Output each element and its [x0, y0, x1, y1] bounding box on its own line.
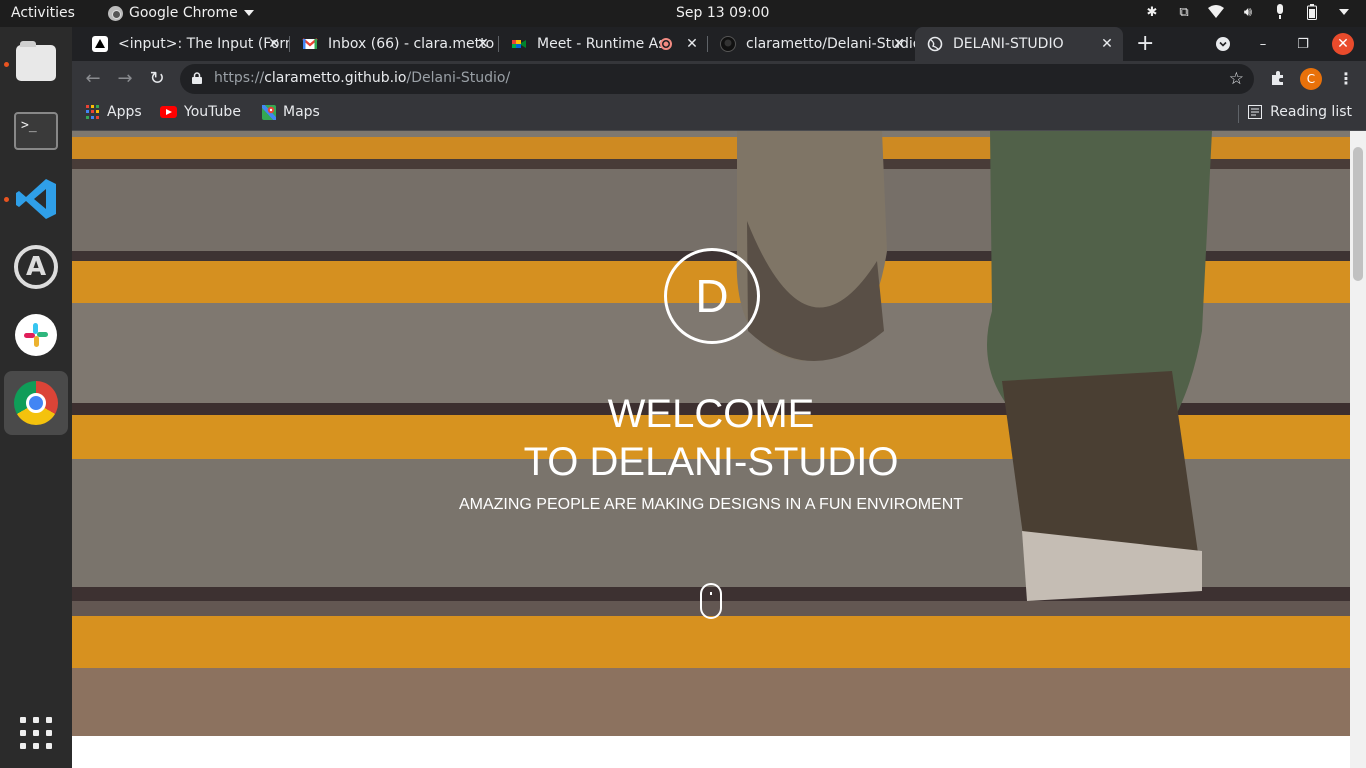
- youtube-icon: [160, 106, 177, 118]
- close-icon[interactable]: ✕: [266, 36, 282, 52]
- system-tray[interactable]: ✱ ⧉ 🔊︎: [1144, 4, 1352, 20]
- tab-title: Inbox (66) - clara.metto: [328, 36, 495, 52]
- minimize-button[interactable]: –: [1252, 33, 1274, 55]
- tab-mdn-input[interactable]: <input>: The Input (Form ✕: [80, 27, 290, 61]
- page-viewport: D WELCOME TO DELANI-STUDIO AMAZING PEOPL…: [72, 131, 1366, 768]
- page-scrollbar[interactable]: [1350, 131, 1366, 768]
- tab-google-meet[interactable]: Meet - Runtime Assa ✕: [499, 27, 708, 61]
- reading-list-label: Reading list: [1270, 104, 1352, 120]
- restore-button[interactable]: ❐: [1292, 33, 1314, 55]
- tab-search-button[interactable]: [1212, 33, 1234, 55]
- hero-title-line1: WELCOME: [607, 392, 815, 436]
- globe-icon: [927, 36, 943, 52]
- hero-title-line2: TO DELANI-STUDIO: [523, 440, 899, 484]
- power-menu-icon[interactable]: [1336, 4, 1352, 20]
- tab-title: <input>: The Input (Form: [118, 36, 290, 52]
- microphone-icon[interactable]: [1272, 4, 1288, 20]
- app-menu[interactable]: Google Chrome: [108, 5, 254, 21]
- tab-title: Meet - Runtime Assa: [537, 36, 662, 52]
- bookmark-label: YouTube: [184, 104, 241, 120]
- wifi-icon[interactable]: [1208, 4, 1224, 20]
- running-indicator: [4, 62, 9, 67]
- chevron-down-icon: [243, 10, 254, 16]
- tab-delani-studio[interactable]: DELANI-STUDIO ✕: [915, 27, 1123, 61]
- dock-software-center[interactable]: A: [12, 243, 60, 291]
- close-icon[interactable]: ✕: [684, 36, 700, 52]
- dock-chrome[interactable]: [4, 371, 68, 435]
- url-text: https://clarametto.github.io/Delani-Stud…: [214, 70, 511, 86]
- tab-gmail-inbox[interactable]: Inbox (66) - clara.metto ✕: [290, 27, 499, 61]
- app-menu-label: Google Chrome: [129, 5, 238, 21]
- browser-toolbar: ← → ↻ https://clarametto.github.io/Delan…: [72, 61, 1366, 97]
- scrollbar-thumb[interactable]: [1353, 147, 1363, 281]
- bookmark-star-icon[interactable]: ☆: [1229, 69, 1244, 89]
- bookmark-label: Apps: [107, 104, 142, 120]
- reading-list-icon: [1248, 105, 1263, 119]
- close-icon[interactable]: ✕: [1099, 36, 1115, 52]
- chrome-icon: [14, 381, 58, 425]
- running-indicator: [4, 197, 9, 202]
- scroll-down-mouse-icon[interactable]: [700, 583, 722, 619]
- apps-grid-icon: [86, 105, 100, 119]
- back-button[interactable]: ←: [82, 68, 104, 90]
- close-icon[interactable]: ✕: [891, 36, 907, 52]
- bookmark-apps[interactable]: Apps: [86, 104, 142, 120]
- tab-title: DELANI-STUDIO: [953, 36, 1064, 52]
- gmail-icon: [302, 38, 318, 49]
- dock-terminal[interactable]: >_: [12, 107, 60, 155]
- dock-vscode[interactable]: [12, 175, 60, 223]
- more-menu-icon[interactable]: ⋮: [1338, 69, 1354, 88]
- tab-github-repo[interactable]: clarametto/Delani-Studio ✕: [708, 27, 915, 61]
- dock-slack[interactable]: [12, 311, 60, 359]
- volume-icon[interactable]: 🔊︎: [1240, 4, 1256, 20]
- chrome-app-icon: [108, 5, 123, 21]
- lock-icon: [192, 72, 202, 84]
- screen-share-icon[interactable]: ⧉: [1176, 4, 1192, 20]
- tab-title: clarametto/Delani-Studio: [746, 36, 915, 52]
- window-close-button[interactable]: ✕: [1332, 33, 1354, 55]
- site-logo[interactable]: D: [664, 248, 760, 344]
- dock-files[interactable]: [12, 39, 60, 87]
- slack-icon: [15, 314, 57, 356]
- github-icon: [720, 36, 736, 52]
- mdn-icon: [92, 36, 108, 52]
- reading-list-button[interactable]: Reading list: [1248, 104, 1352, 120]
- chrome-window: <input>: The Input (Form ✕ Inbox (66) - …: [72, 27, 1366, 768]
- profile-avatar[interactable]: C: [1300, 68, 1322, 90]
- bookmarks-bar: Apps YouTube Maps Reading list: [72, 97, 1366, 131]
- battery-icon[interactable]: [1304, 4, 1320, 20]
- address-bar[interactable]: https://clarametto.github.io/Delani-Stud…: [180, 64, 1254, 94]
- reload-button[interactable]: ↻: [146, 68, 168, 90]
- bookmark-label: Maps: [283, 104, 320, 120]
- hero-section: D WELCOME TO DELANI-STUDIO AMAZING PEOPL…: [72, 131, 1350, 736]
- terminal-icon: >_: [14, 112, 58, 150]
- maps-icon: [262, 104, 276, 120]
- slack-tray-icon[interactable]: ✱: [1144, 4, 1160, 20]
- files-icon: [16, 41, 56, 81]
- tab-strip: <input>: The Input (Form ✕ Inbox (66) - …: [72, 27, 1366, 61]
- system-top-bar: Activities Google Chrome Sep 13 09:00 ✱ …: [0, 0, 1366, 27]
- new-tab-button[interactable]: +: [1136, 33, 1154, 55]
- bookmark-youtube[interactable]: YouTube: [160, 104, 241, 120]
- recording-icon: [660, 38, 672, 50]
- clock[interactable]: Sep 13 09:00: [676, 5, 769, 21]
- forward-button[interactable]: →: [114, 68, 136, 90]
- activities-button[interactable]: Activities: [11, 5, 75, 21]
- dock: >_ A: [0, 27, 72, 768]
- extensions-puzzle-icon[interactable]: [1270, 70, 1286, 90]
- chevron-down-icon: [1216, 37, 1230, 51]
- meet-icon: [512, 40, 526, 48]
- close-icon[interactable]: ✕: [475, 36, 491, 52]
- vscode-icon: [16, 179, 56, 219]
- bookmark-maps[interactable]: Maps: [262, 104, 320, 120]
- hero-subtitle: AMAZING PEOPLE ARE MAKING DESIGNS IN A F…: [458, 496, 964, 513]
- show-applications-icon[interactable]: [20, 717, 52, 749]
- software-center-icon: A: [14, 245, 58, 289]
